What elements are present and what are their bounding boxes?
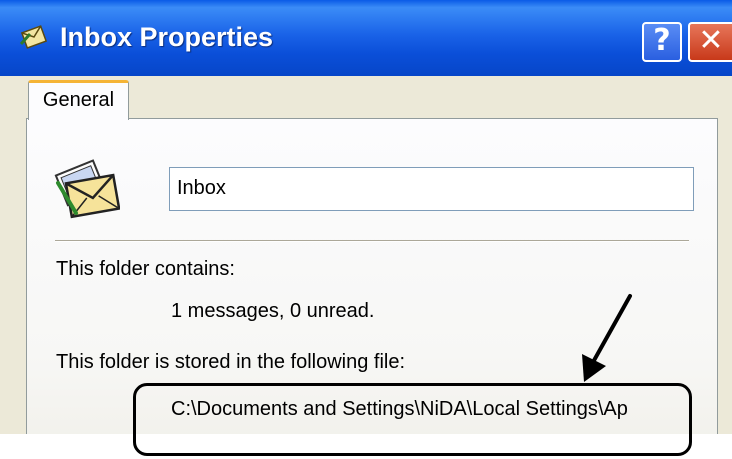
contains-value: 1 messages, 0 unread.: [171, 300, 375, 322]
folder-name-field[interactable]: Inbox: [169, 167, 694, 211]
annotation-highlight-box: [133, 383, 692, 456]
stored-label: This folder is stored in the following f…: [56, 351, 406, 373]
tab-general[interactable]: General: [28, 80, 129, 120]
dialog-title: Inbox Properties: [60, 22, 274, 52]
contains-label: This folder contains:: [56, 258, 235, 280]
help-button[interactable]: ?: [642, 22, 682, 62]
separator: [55, 240, 689, 242]
close-button[interactable]: ✕: [688, 22, 732, 62]
help-icon: ?: [653, 23, 671, 58]
outlook-express-folder-icon: [19, 25, 48, 49]
tab-strip: General: [0, 76, 732, 120]
title-bar[interactable]: Inbox Properties ? ✕: [0, 0, 732, 76]
mail-folder-envelope-icon: [54, 159, 120, 219]
arrow-icon: [582, 294, 632, 382]
close-icon: ✕: [698, 23, 724, 58]
tab-general-label: General: [42, 89, 115, 111]
